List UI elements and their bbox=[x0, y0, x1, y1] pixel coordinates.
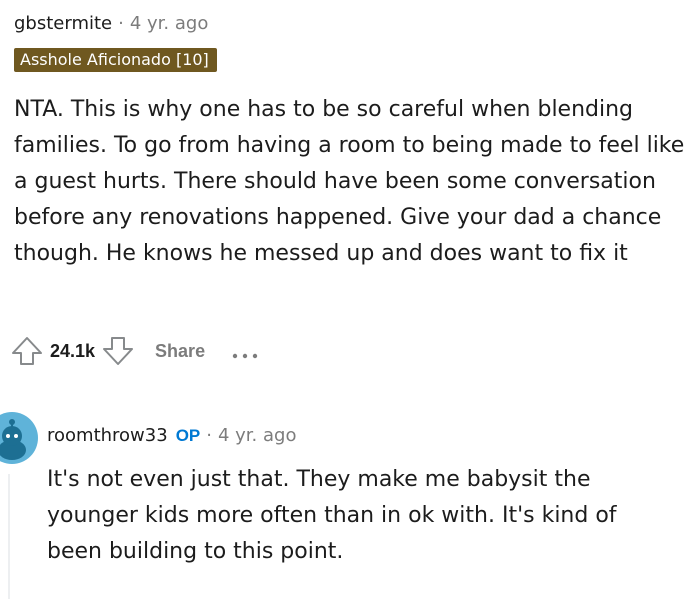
reply-comment: roomthrow33 OP · 4 yr. ago It's not even… bbox=[47, 424, 687, 570]
more-options-icon[interactable] bbox=[231, 346, 261, 359]
upvote-arrow-icon[interactable] bbox=[10, 334, 44, 368]
meta-separator: · bbox=[118, 13, 124, 34]
meta-separator: · bbox=[206, 425, 212, 446]
downvote-arrow-icon[interactable] bbox=[101, 334, 135, 368]
reply-username[interactable]: roomthrow33 bbox=[47, 424, 168, 448]
comment-timestamp[interactable]: 4 yr. ago bbox=[130, 12, 209, 36]
reply-timestamp[interactable]: 4 yr. ago bbox=[218, 424, 297, 448]
avatar[interactable] bbox=[0, 412, 38, 464]
reply-body: It's not even just that. They make me ba… bbox=[47, 467, 617, 564]
comment-actions: 24.1k Share bbox=[10, 334, 261, 368]
comment-username[interactable]: gbstermite bbox=[14, 12, 112, 36]
thread-line[interactable] bbox=[8, 474, 10, 599]
reply-meta: roomthrow33 OP · 4 yr. ago bbox=[47, 424, 687, 448]
user-flair: Asshole Aficionado [10] bbox=[14, 48, 217, 72]
comment: gbstermite · 4 yr. ago Asshole Aficionad… bbox=[14, 12, 694, 272]
comment-meta: gbstermite · 4 yr. ago bbox=[14, 12, 694, 36]
op-badge: OP bbox=[175, 426, 201, 445]
vote-score: 24.1k bbox=[50, 340, 96, 361]
comment-body: NTA. This is why one has to be so carefu… bbox=[14, 97, 685, 266]
share-button[interactable]: Share bbox=[155, 341, 205, 362]
